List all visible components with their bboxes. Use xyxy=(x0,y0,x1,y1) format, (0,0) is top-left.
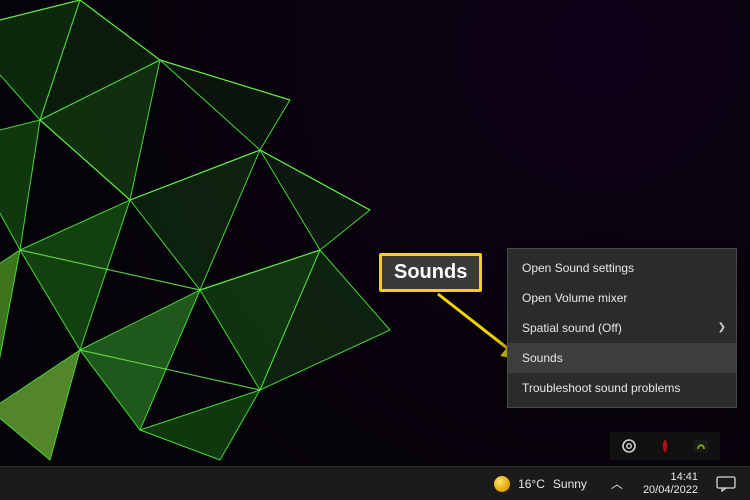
menu-item-label: Open Sound settings xyxy=(522,261,634,275)
action-center-button[interactable] xyxy=(712,474,740,494)
menu-item-open-volume-mixer[interactable]: Open Volume mixer xyxy=(508,283,736,313)
clock-time: 14:41 xyxy=(643,471,698,484)
menu-item-label: Sounds xyxy=(522,351,563,365)
taskbar: 16°C Sunny ︿ 14:41 20/04/2022 xyxy=(0,466,750,500)
chevron-right-icon: ❯ xyxy=(718,313,726,343)
tray-overflow-button[interactable]: ︿ xyxy=(601,475,633,492)
desktop-screen: Sounds Open Sound settings Open Volume m… xyxy=(0,0,750,500)
weather-condition: Sunny xyxy=(553,477,587,491)
steelseries-tray-icon[interactable] xyxy=(620,437,638,455)
menu-item-open-sound-settings[interactable]: Open Sound settings xyxy=(508,253,736,283)
menu-item-label: Spatial sound (Off) xyxy=(522,321,622,335)
weather-widget[interactable]: 16°C Sunny xyxy=(480,476,601,492)
menu-item-spatial-sound[interactable]: Spatial sound (Off) ❯ xyxy=(508,313,736,343)
clock-date: 20/04/2022 xyxy=(643,484,698,497)
sun-icon xyxy=(494,476,510,492)
chevron-up-icon: ︿ xyxy=(611,477,623,491)
annotation-callout-text: Sounds xyxy=(394,261,467,283)
tray-icon-row xyxy=(610,432,720,460)
annotation-callout: Sounds xyxy=(379,253,482,292)
menu-item-label: Troubleshoot sound problems xyxy=(522,381,680,395)
menu-item-sounds[interactable]: Sounds xyxy=(508,343,736,373)
menu-item-troubleshoot[interactable]: Troubleshoot sound problems xyxy=(508,373,736,403)
taskbar-clock[interactable]: 14:41 20/04/2022 xyxy=(633,471,708,496)
wallpaper-art xyxy=(0,0,520,470)
sound-context-menu: Open Sound settings Open Volume mixer Sp… xyxy=(507,248,737,408)
menu-item-label: Open Volume mixer xyxy=(522,291,627,305)
msi-tray-icon[interactable] xyxy=(656,437,674,455)
notification-icon xyxy=(716,476,736,492)
weather-temp: 16°C xyxy=(518,477,545,491)
nvidia-tray-icon[interactable] xyxy=(692,437,710,455)
